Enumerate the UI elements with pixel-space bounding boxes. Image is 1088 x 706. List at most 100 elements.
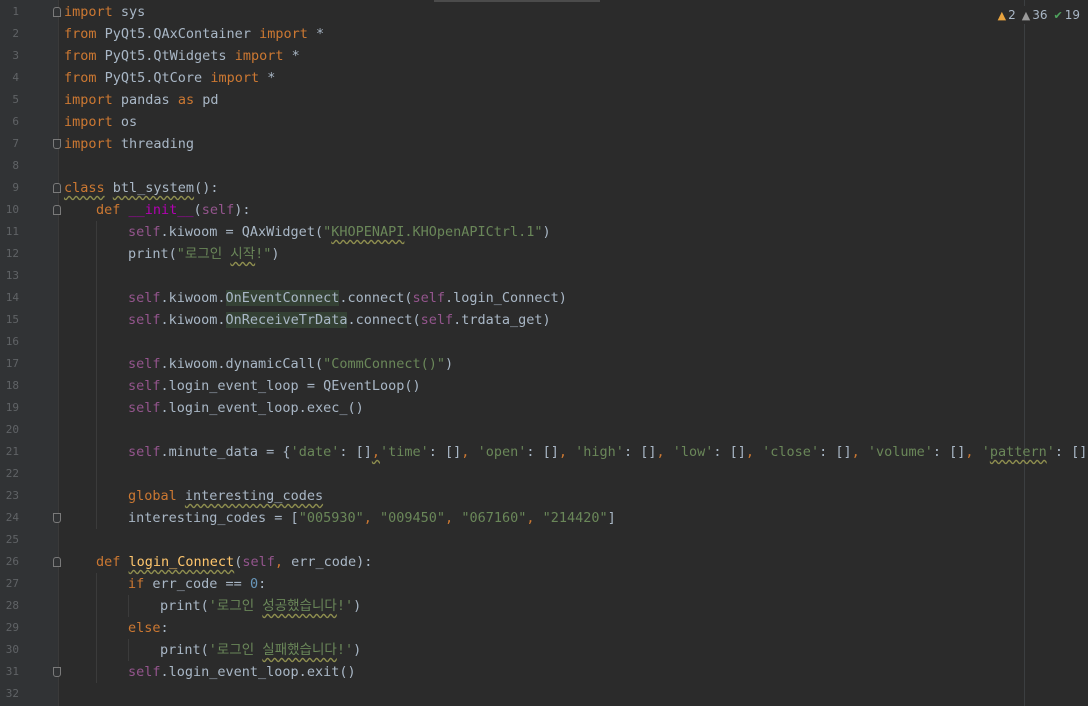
code-token: login_Connect bbox=[128, 554, 235, 570]
line-code[interactable]: import pandas as pd bbox=[64, 89, 218, 111]
line-code[interactable]: class btl_system(): bbox=[64, 177, 218, 199]
code-line[interactable]: 22 bbox=[0, 463, 1088, 485]
code-line[interactable]: 19 self.login_event_loop.exec_() bbox=[0, 397, 1088, 419]
line-number: 10 bbox=[5, 203, 19, 216]
code-line[interactable]: 6 import os bbox=[0, 111, 1088, 133]
indent-guide bbox=[96, 661, 97, 683]
line-code[interactable]: self.kiwoom.dynamicCall("CommConnect()") bbox=[128, 353, 453, 375]
code-token: from bbox=[64, 48, 97, 64]
line-code[interactable]: print('로그인 실패했습니다!') bbox=[160, 639, 361, 661]
line-number: 13 bbox=[5, 269, 19, 282]
code-line[interactable]: 17 self.kiwoom.dynamicCall("CommConnect()… bbox=[0, 353, 1088, 375]
code-token: ] bbox=[607, 510, 616, 526]
code-line[interactable]: 23 global interesting_codes bbox=[0, 485, 1088, 507]
code-token: err_code): bbox=[282, 554, 373, 570]
code-lines[interactable]: 1 import sys 2 from PyQt5.QAxContainer impo… bbox=[0, 1, 1088, 705]
code-line[interactable]: 20 bbox=[0, 419, 1088, 441]
code-token: 성공했습니다 bbox=[262, 598, 337, 614]
code-line[interactable]: 4 from PyQt5.QtCore import * bbox=[0, 67, 1088, 89]
code-token: OnReceiveTrData bbox=[225, 312, 348, 328]
code-line[interactable]: 13 bbox=[0, 265, 1088, 287]
code-line[interactable]: 18 self.login_event_loop = QEventLoop() bbox=[0, 375, 1088, 397]
line-code[interactable]: else: bbox=[128, 617, 169, 639]
code-token: .login_event_loop = QEventLoop() bbox=[160, 378, 421, 394]
code-line[interactable]: 8 bbox=[0, 155, 1088, 177]
code-line[interactable]: 1 import sys bbox=[0, 1, 1088, 23]
indent-guide bbox=[96, 287, 97, 309]
indent-guide bbox=[96, 485, 97, 507]
code-line[interactable]: 16 bbox=[0, 331, 1088, 353]
code-line[interactable]: 27 if err_code == 0: bbox=[0, 573, 1088, 595]
code-line[interactable]: 10 def __init__(self): bbox=[0, 199, 1088, 221]
line-code[interactable]: global interesting_codes bbox=[128, 485, 323, 507]
line-code[interactable]: self.login_event_loop.exec_() bbox=[128, 397, 364, 419]
code-token: 'date' bbox=[290, 444, 340, 460]
code-line[interactable]: 7 import threading bbox=[0, 133, 1088, 155]
code-line[interactable]: 24 interesting_codes = ["005930", "009450… bbox=[0, 507, 1088, 529]
line-code[interactable]: import sys bbox=[64, 1, 145, 23]
code-token: , bbox=[371, 444, 380, 460]
line-code[interactable]: import threading bbox=[64, 133, 194, 155]
line-code[interactable]: from PyQt5.QtCore import * bbox=[64, 67, 275, 89]
code-token: , bbox=[851, 444, 860, 460]
fold-marker-icon[interactable] bbox=[53, 513, 61, 523]
code-line[interactable]: 15 self.kiwoom.OnReceiveTrData.connect(se… bbox=[0, 309, 1088, 331]
weak-warnings-indicator[interactable]: ▲ 36 bbox=[1022, 8, 1048, 22]
line-code[interactable]: from PyQt5.QtWidgets import * bbox=[64, 45, 300, 67]
line-number: 23 bbox=[5, 489, 19, 502]
code-token: self bbox=[128, 312, 161, 328]
code-line[interactable]: 30 print('로그인 실패했습니다!') bbox=[0, 639, 1088, 661]
line-number: 21 bbox=[5, 445, 19, 458]
line-code[interactable]: if err_code == 0: bbox=[128, 573, 266, 595]
line-code[interactable]: self.minute_data = {'date': [],'time': [… bbox=[128, 441, 1088, 463]
code-token: def bbox=[96, 554, 129, 570]
line-code[interactable]: self.kiwoom.OnEventConnect.connect(self.… bbox=[128, 287, 567, 309]
warnings-indicator[interactable]: ▲ 2 bbox=[998, 8, 1016, 22]
code-line[interactable]: 12 print("로그인 시작!") bbox=[0, 243, 1088, 265]
code-token: : [] bbox=[526, 444, 559, 460]
line-code[interactable]: print('로그인 성공했습니다!') bbox=[160, 595, 361, 617]
code-token: : [] bbox=[819, 444, 852, 460]
code-line[interactable]: 26 def login_Connect(self, err_code): bbox=[0, 551, 1088, 573]
line-code[interactable]: self.login_event_loop.exit() bbox=[128, 661, 356, 683]
code-line[interactable]: 3 from PyQt5.QtWidgets import * bbox=[0, 45, 1088, 67]
line-code[interactable]: def __init__(self): bbox=[96, 199, 250, 221]
code-line[interactable]: 32 bbox=[0, 683, 1088, 705]
fold-marker-icon[interactable] bbox=[53, 667, 61, 677]
code-line[interactable]: 9 class btl_system(): bbox=[0, 177, 1088, 199]
fold-marker-icon[interactable] bbox=[53, 205, 61, 215]
line-code[interactable]: interesting_codes = ["005930", "009450",… bbox=[128, 507, 616, 529]
fold-marker-icon[interactable] bbox=[53, 7, 61, 17]
line-code[interactable]: self.login_event_loop = QEventLoop() bbox=[128, 375, 421, 397]
code-token: __init__ bbox=[128, 202, 194, 218]
code-token: (): bbox=[194, 180, 219, 196]
code-line[interactable]: 11 self.kiwoom = QAxWidget("KHOPENAPI.KHO… bbox=[0, 221, 1088, 243]
line-code[interactable]: from PyQt5.QAxContainer import * bbox=[64, 23, 324, 45]
line-code[interactable]: self.kiwoom = QAxWidget("KHOPENAPI.KHOpe… bbox=[128, 221, 551, 243]
code-token: 'low' bbox=[672, 444, 714, 460]
code-line[interactable]: 31 self.login_event_loop.exit() bbox=[0, 661, 1088, 683]
warnings-count: 2 bbox=[1008, 8, 1016, 22]
typo-check-icon: ✔ bbox=[1053, 8, 1063, 22]
code-token: , bbox=[445, 510, 454, 526]
code-line[interactable]: 21 self.minute_data = {'date': [],'time':… bbox=[0, 441, 1088, 463]
typos-indicator[interactable]: ✔ 19 bbox=[1054, 8, 1081, 22]
code-line[interactable]: 25 bbox=[0, 529, 1088, 551]
line-code[interactable]: print("로그인 시작!") bbox=[128, 243, 280, 265]
code-token: .KHOpenAPICtrl.1" bbox=[404, 224, 543, 240]
fold-marker-icon[interactable] bbox=[53, 557, 61, 567]
line-code[interactable]: def login_Connect(self, err_code): bbox=[96, 551, 372, 573]
code-line[interactable]: 5 import pandas as pd bbox=[0, 89, 1088, 111]
code-token: sys bbox=[112, 4, 146, 20]
code-line[interactable]: 29 else: bbox=[0, 617, 1088, 639]
fold-marker-icon[interactable] bbox=[53, 183, 61, 193]
code-line[interactable]: 28 print('로그인 성공했습니다!') bbox=[0, 595, 1088, 617]
line-code[interactable]: self.kiwoom.OnReceiveTrData.connect(self… bbox=[128, 309, 551, 331]
fold-marker-icon[interactable] bbox=[53, 139, 61, 149]
line-code[interactable]: import os bbox=[64, 111, 137, 133]
code-line[interactable]: 2 from PyQt5.QAxContainer import * bbox=[0, 23, 1088, 45]
inspection-widget[interactable]: ▲ 2 ▲ 36 ✔ 19 bbox=[995, 6, 1082, 24]
code-token: print( bbox=[160, 598, 209, 614]
indent-guide bbox=[96, 265, 97, 287]
code-line[interactable]: 14 self.kiwoom.OnEventConnect.connect(sel… bbox=[0, 287, 1088, 309]
